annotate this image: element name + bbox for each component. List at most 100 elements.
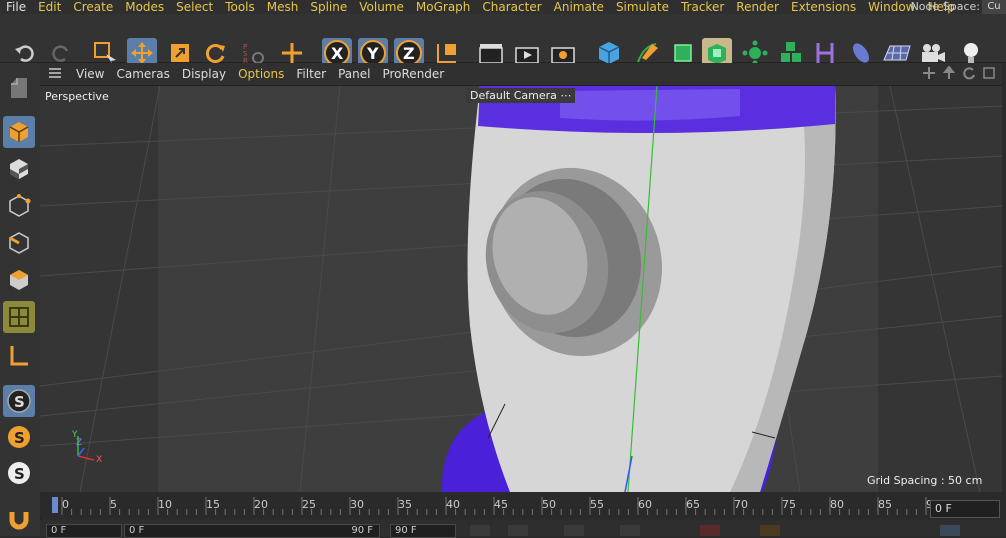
texture-mode-button[interactable]	[3, 153, 35, 185]
menu-mograph[interactable]: MoGraph	[410, 0, 477, 14]
menu-volume[interactable]: Volume	[353, 0, 410, 14]
menu-animate[interactable]: Animate	[548, 0, 610, 14]
axis-mode-button[interactable]	[3, 340, 35, 372]
snap-orange-icon: S	[8, 426, 30, 448]
svg-text:X: X	[331, 44, 344, 63]
menu-edit[interactable]: Edit	[32, 0, 67, 14]
menu-file[interactable]: File	[0, 0, 32, 14]
polygons-mode-button[interactable]	[3, 264, 35, 296]
timeline-tick-40: 40	[446, 498, 460, 511]
viewport-menu-options[interactable]: Options	[232, 67, 290, 81]
prev-key-button[interactable]	[508, 525, 528, 536]
model-mode-button[interactable]	[3, 116, 35, 148]
make-editable-button[interactable]	[3, 71, 35, 103]
node-space-dropdown[interactable]: Cu	[982, 0, 1006, 14]
grid-spacing-label: Grid Spacing : 50 cm	[867, 474, 983, 487]
play-button[interactable]	[564, 525, 584, 536]
menu-select[interactable]: Select	[170, 0, 219, 14]
menu-simulate[interactable]: Simulate	[610, 0, 675, 14]
magnet-icon	[9, 512, 29, 530]
menu-tracker[interactable]: Tracker	[675, 0, 730, 14]
current-frame-field[interactable]: 0 F	[930, 500, 1000, 518]
timeline-tick-65: 65	[686, 498, 700, 511]
keyframe-button[interactable]	[760, 525, 780, 536]
svg-text:Z: Z	[403, 44, 415, 63]
menu-character[interactable]: Character	[476, 0, 547, 14]
timeline-tick-60: 60	[638, 498, 652, 511]
svg-text:S: S	[14, 465, 25, 483]
viewport-camera-label[interactable]: Default Camera ⋯	[466, 88, 576, 103]
timeline-tick-50: 50	[542, 498, 556, 511]
timeline-tick-45: 45	[494, 498, 508, 511]
menu-modes[interactable]: Modes	[119, 0, 170, 14]
viewport-menu-view[interactable]: View	[70, 67, 110, 81]
viewport-scene	[40, 86, 1002, 492]
menu-extensions[interactable]: Extensions	[785, 0, 862, 14]
svg-text:Y: Y	[366, 44, 379, 63]
edges-mode-button[interactable]	[3, 227, 35, 259]
svg-text:S: S	[14, 429, 25, 447]
uv-mode-button[interactable]	[3, 301, 35, 333]
timeline-tick-15: 15	[206, 498, 220, 511]
viewport-move-icon[interactable]	[919, 66, 939, 83]
timeline-tick-80: 80	[830, 498, 844, 511]
magnet-button[interactable]	[3, 503, 35, 535]
preview-start-value: 0 F	[129, 525, 145, 536]
quantize-snap-button[interactable]: S	[3, 457, 35, 489]
rotate-icon	[205, 44, 225, 63]
timeline-tick-70: 70	[734, 498, 748, 511]
snap-icon: S	[7, 389, 31, 413]
viewport-menu-cameras[interactable]: Cameras	[110, 67, 175, 81]
viewport-view-name: Perspective	[45, 90, 109, 103]
next-key-button[interactable]	[620, 525, 640, 536]
undo-icon	[15, 45, 34, 62]
hamburger-icon	[49, 67, 61, 78]
timeline-tick-25: 25	[302, 498, 316, 511]
menu-create[interactable]: Create	[67, 0, 119, 14]
menu-bar: File Edit Create Modes Select Tools Mesh Spline…	[0, 0, 1006, 14]
viewport-rotate-icon[interactable]	[959, 66, 979, 83]
make-editable-icon	[11, 78, 27, 98]
snap-white-icon: S	[8, 462, 30, 484]
timeline-tick-30: 30	[350, 498, 364, 511]
viewport-maximize-icon[interactable]	[979, 66, 1002, 83]
plus-move-icon	[282, 43, 302, 63]
timeline-tick-35: 35	[398, 498, 412, 511]
go-to-start-button[interactable]	[470, 525, 490, 536]
menu-render[interactable]: Render	[730, 0, 785, 14]
playhead[interactable]	[52, 497, 58, 513]
scale-icon	[171, 44, 189, 62]
viewport-menu-icon[interactable]	[40, 67, 70, 82]
polygons-cube-icon	[10, 270, 28, 290]
timeline-ruler[interactable]: 051015202530354045505560657075808590	[40, 493, 1006, 518]
menu-mesh[interactable]: Mesh	[261, 0, 305, 14]
timeline-tick-0: 0	[62, 498, 69, 511]
svg-text:S: S	[14, 393, 25, 411]
timeline-tick-5: 5	[110, 498, 117, 511]
redo-icon	[52, 45, 69, 62]
menu-spline[interactable]: Spline	[304, 0, 353, 14]
axis-y-label: Y	[72, 430, 78, 440]
viewport-menu-display[interactable]: Display	[176, 67, 232, 81]
timeline-tick-20: 20	[254, 498, 268, 511]
main-toolbar: PSR X Y Z	[0, 14, 1006, 68]
mode-sidebar: S S S	[0, 63, 41, 536]
viewport-menu-panel[interactable]: Panel	[332, 67, 376, 81]
record-button[interactable]	[700, 525, 720, 536]
viewport-menu-filter[interactable]: Filter	[290, 67, 332, 81]
menu-tools[interactable]: Tools	[219, 0, 261, 14]
points-mode-button[interactable]	[3, 190, 35, 222]
viewport-menu-bar: View Cameras Display Options Filter Pane…	[40, 63, 1002, 86]
workplane-snap-button[interactable]: S	[3, 421, 35, 453]
edges-cube-icon	[9, 232, 29, 254]
axis-x-label: X	[96, 455, 103, 465]
timeline-tick-85: 85	[878, 498, 892, 511]
3d-viewport[interactable]: Perspective Default Camera ⋯ Grid Spacin…	[40, 86, 1002, 492]
viewport-menu-prorender[interactable]: ProRender	[376, 67, 450, 81]
viewport-zoom-icon[interactable]	[939, 64, 959, 83]
render-play-icon	[515, 47, 539, 64]
snap-toggle-button[interactable]: S	[3, 385, 35, 417]
axis-l-icon	[10, 346, 28, 366]
motion-tool-button[interactable]	[940, 525, 960, 536]
checker-cube-icon	[10, 159, 28, 179]
